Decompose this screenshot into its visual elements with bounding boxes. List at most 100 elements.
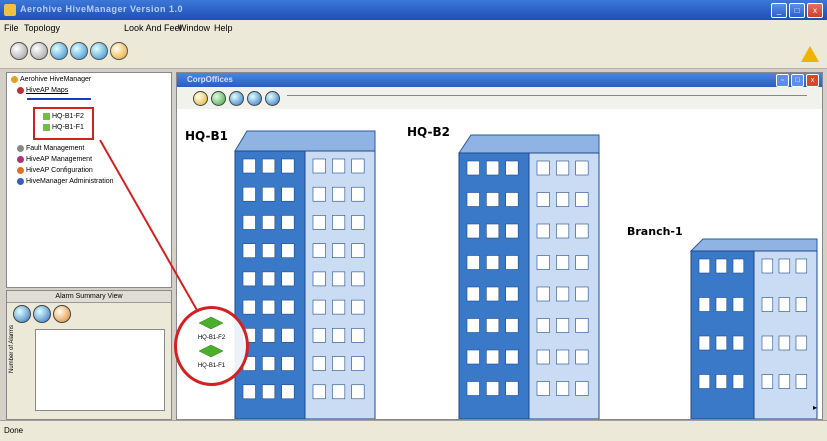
- building-window: [351, 356, 365, 371]
- building-window: [281, 328, 295, 343]
- alarm-button-2[interactable]: [33, 305, 51, 323]
- building-window: [466, 192, 480, 207]
- window-titlebar: Aerohive HiveManager Version 1.0 _ □ x: [0, 0, 827, 20]
- scroll-arrow-icon[interactable]: ▸: [813, 403, 817, 412]
- building-map: [234, 130, 818, 419]
- close-button[interactable]: x: [807, 3, 823, 18]
- tree-item-label: HiveAP Maps: [26, 87, 69, 94]
- toolbar-button-6[interactable]: [110, 42, 128, 60]
- menu-bar: File Topology Look And Feel Window Help: [0, 20, 827, 37]
- building-window: [486, 286, 500, 302]
- building-window: [351, 243, 365, 258]
- alarm-summary-title: Alarm Summary View: [7, 291, 171, 303]
- building-window: [575, 255, 589, 270]
- building-window: [281, 299, 295, 315]
- building-window: [312, 158, 326, 174]
- selection-underline: [27, 98, 91, 100]
- tree-item-administration[interactable]: HiveManager Administration: [17, 178, 114, 185]
- building-window: [505, 192, 519, 207]
- callout-floor-label[interactable]: HQ-B1-F1: [177, 363, 246, 369]
- building-window: [262, 186, 276, 202]
- maximize-button[interactable]: □: [789, 3, 805, 18]
- alarm-button-1[interactable]: [13, 305, 31, 323]
- status-text: Done: [4, 426, 24, 435]
- building-window: [556, 255, 570, 270]
- menu-window[interactable]: Window: [178, 23, 210, 33]
- building-window: [466, 286, 480, 302]
- building-window: [332, 271, 346, 287]
- building-window: [505, 255, 519, 270]
- building-window: [332, 299, 346, 315]
- building-label-hq-b1[interactable]: HQ-B1: [185, 129, 228, 143]
- building-window: [505, 381, 519, 396]
- building-window: [556, 192, 570, 207]
- menu-topology[interactable]: Topology: [24, 23, 60, 33]
- toolbar-button-5[interactable]: [90, 42, 108, 60]
- building-window: [281, 215, 295, 230]
- window-title: Aerohive HiveManager Version 1.0: [20, 4, 184, 14]
- building-window: [312, 299, 326, 315]
- building-window: [262, 271, 276, 287]
- building-window: [536, 160, 550, 176]
- app-icon: [4, 4, 16, 16]
- floor-callout-icons: [198, 316, 224, 358]
- building-window: [761, 335, 774, 351]
- tree-root[interactable]: Aerohive HiveManager: [11, 76, 91, 83]
- tree-item-label: Fault Management: [26, 145, 85, 152]
- building-window: [312, 186, 326, 202]
- callout-floor-label[interactable]: HQ-B1-F2: [177, 335, 246, 341]
- building-window: [698, 297, 711, 312]
- toolbar-button-4[interactable]: [70, 42, 88, 60]
- building-window: [536, 381, 550, 396]
- tree-item-hiveap-management[interactable]: HiveAP Management: [17, 156, 92, 163]
- building-window: [732, 297, 745, 312]
- alarm-button-3[interactable]: [53, 305, 71, 323]
- building-window: [262, 299, 276, 315]
- building-window: [466, 318, 480, 333]
- alarm-summary-panel: Alarm Summary View Number of Alarms: [6, 290, 172, 420]
- building-face-light: [753, 250, 818, 419]
- highlight-box: [33, 107, 94, 140]
- building-window: [575, 192, 589, 207]
- building-window: [536, 255, 550, 270]
- building-label-hq-b2[interactable]: HQ-B2: [407, 125, 450, 139]
- folder-icon: [11, 76, 18, 83]
- tree-item-hiveap-maps[interactable]: HiveAP Maps: [17, 87, 68, 94]
- toolbar-button-3[interactable]: [50, 42, 68, 60]
- menu-file[interactable]: File: [4, 23, 19, 33]
- building-window: [351, 186, 365, 202]
- building-window: [281, 356, 295, 371]
- building-window: [312, 215, 326, 230]
- building-window: [698, 335, 711, 351]
- building-window: [556, 223, 570, 239]
- building-window: [505, 349, 519, 365]
- building-window: [242, 158, 256, 174]
- toolbar-button-1[interactable]: [10, 42, 28, 60]
- building-window: [536, 286, 550, 302]
- tree-item-fault[interactable]: Fault Management: [17, 145, 84, 152]
- building-window: [761, 258, 774, 274]
- toolbar-button-2[interactable]: [30, 42, 48, 60]
- menu-look-and-feel[interactable]: Look And Feel: [124, 23, 182, 33]
- building-window: [575, 381, 589, 396]
- building-window: [312, 243, 326, 258]
- tree-item-hiveap-configuration[interactable]: HiveAP Configuration: [17, 167, 93, 174]
- aerohive-logo-icon: [801, 46, 819, 62]
- building-window: [262, 158, 276, 174]
- map-panel: CorpOffices ▫ □ x HQ-B1 HQ-B2 Branch-1 ▸: [176, 72, 823, 420]
- building-window: [351, 384, 365, 400]
- status-bar: Done: [0, 420, 827, 441]
- minimize-button[interactable]: _: [771, 3, 787, 18]
- building-window: [505, 318, 519, 333]
- building-window: [351, 215, 365, 230]
- building-window: [332, 356, 346, 371]
- building-window: [242, 271, 256, 287]
- building-window: [332, 384, 346, 400]
- building-label-branch-1[interactable]: Branch-1: [627, 225, 683, 238]
- building-window: [732, 258, 745, 274]
- menu-help[interactable]: Help: [214, 23, 233, 33]
- building-window: [281, 384, 295, 400]
- building-window: [332, 158, 346, 174]
- building-window: [795, 258, 808, 274]
- building-window: [732, 335, 745, 351]
